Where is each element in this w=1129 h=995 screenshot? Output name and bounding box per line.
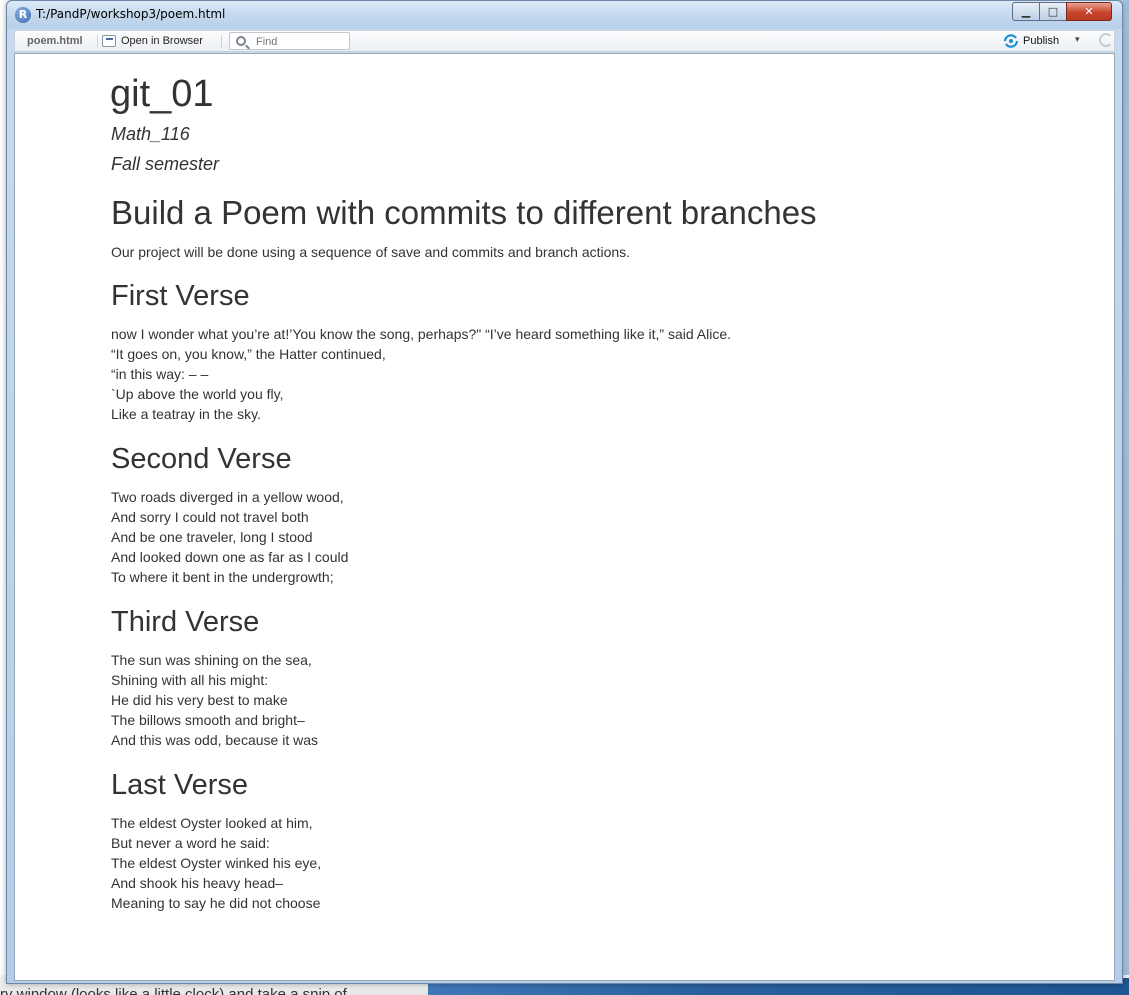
publish-label: Publish (1023, 35, 1060, 47)
verse-line: And this was odd, because it was (111, 732, 319, 748)
viewer-toolbar: poem.html Open in Browser Publish ▾ (14, 30, 1115, 52)
background-document-text: ry window (looks like a little clock) an… (0, 986, 347, 995)
find-box[interactable] (229, 32, 350, 50)
publish-icon (1003, 34, 1019, 48)
verse-line: And sorry I could not travel both (111, 509, 309, 525)
open-in-browser-button[interactable]: Open in Browser (102, 33, 203, 50)
section-heading: Build a Poem with commits to different b… (111, 194, 817, 231)
verse-line: now I wonder what you’re at!’You know th… (111, 326, 732, 342)
verse-line: And shook his heavy head– (111, 875, 284, 891)
browser-window-icon (102, 35, 116, 47)
toolbar-separator (97, 35, 98, 48)
verse-line: To where it bent in the undergrowth; (111, 569, 334, 585)
document-author: Math_116 (111, 124, 190, 144)
verse-line: The billows smooth and bright– (111, 712, 305, 728)
verse-line: Two roads diverged in a yellow wood, (111, 489, 344, 505)
toolbar-separator (221, 35, 222, 48)
search-icon (236, 36, 246, 46)
verse-line: And be one traveler, long I stood (111, 529, 313, 545)
verse-line: But never a word he said: (111, 835, 270, 851)
verse-heading-last: Last Verse (111, 769, 249, 801)
html-preview-pane[interactable]: git_01 Math_116 Fall semester Build a Po… (14, 53, 1115, 981)
document-title: git_01 (110, 73, 214, 115)
verse-line: “in this way: – – (111, 366, 209, 382)
verse-line: The sun was shining on the sea, (111, 652, 312, 668)
verse-line: Shining with all his might: (111, 672, 269, 688)
verse-body-third: The sun was shining on the sea, Shining … (111, 650, 318, 750)
window-title: T:/PandP/workshop3/poem.html (36, 7, 226, 21)
verse-line: Meaning to say he did not choose (111, 895, 321, 911)
verse-line: The eldest Oyster winked his eye, (111, 855, 322, 871)
verse-heading-first: First Verse (111, 280, 250, 312)
verse-line: He did his very best to make (111, 692, 288, 708)
open-in-browser-label: Open in Browser (121, 35, 203, 47)
publish-button[interactable]: Publish (1003, 33, 1059, 50)
find-input[interactable] (256, 35, 346, 48)
verse-line: `Up above the world you fly, (111, 386, 284, 402)
viewer-window: R T:/PandP/workshop3/poem.html ▁ □ ✕ poe… (6, 0, 1123, 984)
verse-body-last: The eldest Oyster looked at him, But nev… (111, 813, 321, 913)
document-date: Fall semester (111, 154, 220, 174)
minimize-button[interactable]: ▁ (1012, 2, 1040, 21)
publish-dropdown-caret-icon[interactable]: ▾ (1075, 34, 1080, 45)
verse-body-first: now I wonder what you’re at!’You know th… (111, 324, 731, 424)
verse-body-second: Two roads diverged in a yellow wood, And… (111, 487, 348, 587)
maximize-button[interactable]: □ (1039, 2, 1067, 21)
verse-line: Like a teatray in the sky. (111, 406, 261, 422)
verse-line: And looked down one as far as I could (111, 549, 349, 565)
refresh-icon[interactable] (1099, 33, 1113, 47)
verse-heading-third: Third Verse (111, 606, 260, 638)
verse-heading-second: Second Verse (111, 443, 292, 475)
verse-line: “It goes on, you know,” the Hatter conti… (111, 346, 386, 362)
close-button[interactable]: ✕ (1066, 2, 1112, 21)
verse-line: The eldest Oyster looked at him, (111, 815, 313, 831)
file-tab[interactable]: poem.html (27, 35, 83, 47)
intro-paragraph: Our project will be done using a sequenc… (111, 244, 631, 260)
title-bar[interactable]: R T:/PandP/workshop3/poem.html ▁ □ ✕ (7, 1, 1122, 29)
r-app-icon: R (15, 7, 31, 23)
